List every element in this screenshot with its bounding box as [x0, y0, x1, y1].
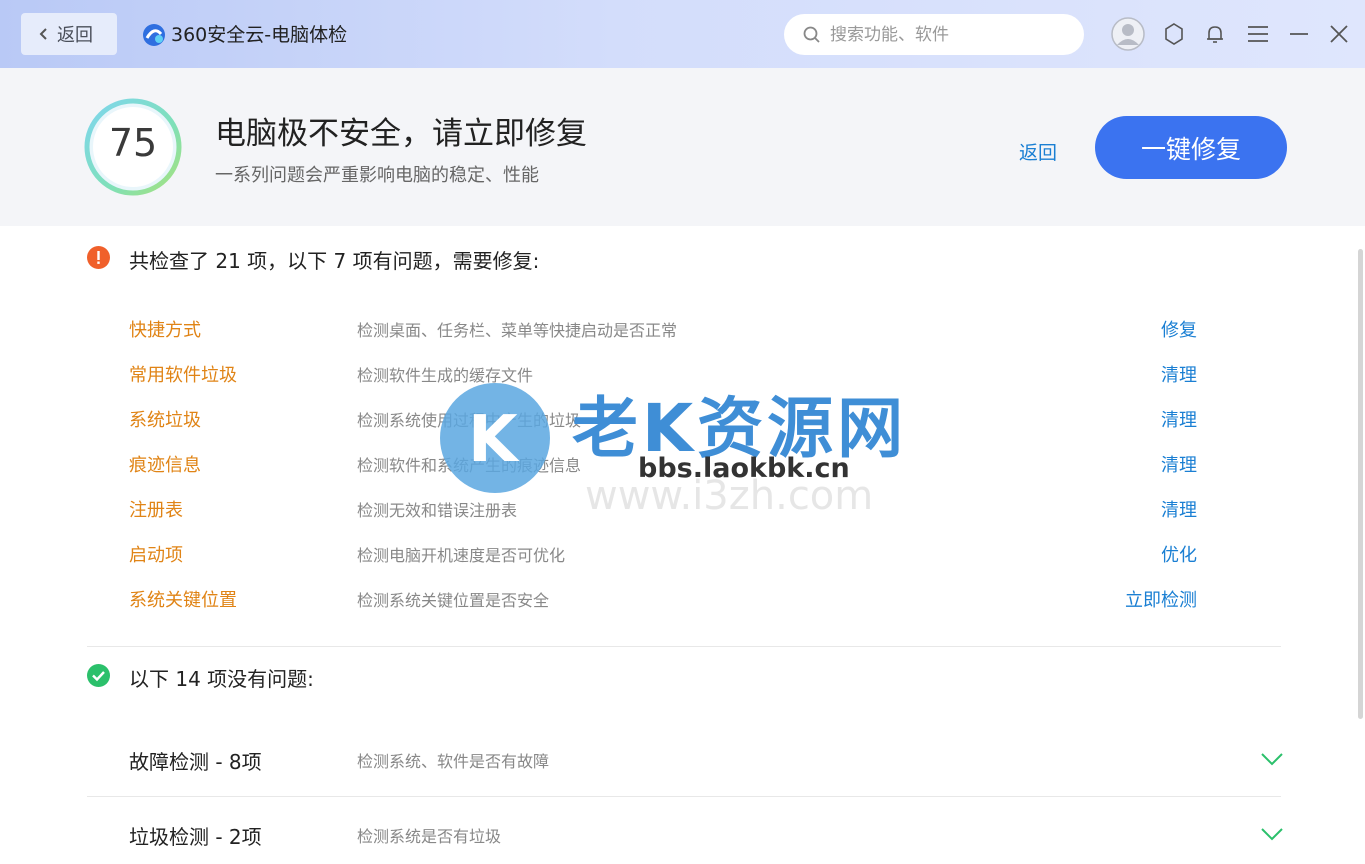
issue-action-link[interactable]: 立即检测	[1125, 586, 1197, 612]
360-cloud-logo-icon	[143, 24, 165, 46]
issue-action-link[interactable]: 清理	[1161, 361, 1197, 387]
issue-action-link[interactable]: 优化	[1161, 541, 1197, 567]
chevron-down-icon[interactable]	[1261, 752, 1283, 766]
notification-button[interactable]	[1198, 17, 1232, 51]
issue-desc: 检测桌面、任务栏、菜单等快捷启动是否正常	[357, 321, 678, 340]
back-button-label: 返回	[57, 25, 93, 46]
minimize-button[interactable]	[1282, 17, 1316, 51]
user-avatar[interactable]	[1111, 17, 1145, 51]
close-button[interactable]	[1322, 17, 1356, 51]
one-click-fix-button[interactable]: 一键修复	[1095, 116, 1287, 179]
issue-desc: 检测软件生成的缓存文件	[357, 366, 534, 385]
chevron-down-icon[interactable]	[1261, 827, 1283, 841]
issue-name: 快捷方式	[129, 320, 201, 341]
issue-name: 常用软件垃圾	[129, 365, 237, 386]
search-input[interactable]	[830, 24, 1070, 45]
menu-button[interactable]	[1241, 17, 1275, 51]
result-title: 电脑极不安全，请立即修复	[215, 116, 587, 152]
skin-button[interactable]	[1157, 17, 1191, 51]
search-icon	[803, 26, 820, 43]
close-icon	[1330, 25, 1348, 43]
search-box[interactable]	[784, 14, 1084, 55]
section-divider	[87, 646, 1281, 647]
avatar-icon	[1111, 17, 1145, 51]
ok-group-name: 故障检测 - 8项	[129, 750, 262, 774]
issue-action-link[interactable]: 清理	[1161, 451, 1197, 477]
watermark-brand: 老K资源网	[572, 390, 908, 467]
bell-icon	[1207, 26, 1223, 43]
watermark-ghost-url: www.i3zh.com	[585, 473, 874, 519]
minimize-icon	[1290, 33, 1308, 35]
row-divider	[87, 796, 1281, 797]
ok-title: 以下 14 项没有问题:	[129, 667, 314, 691]
app-title: 360安全云-电脑体检	[171, 24, 348, 46]
score-value: 75	[108, 121, 158, 165]
hamburger-menu-icon	[1248, 26, 1268, 42]
watermark-url: bbs.laokbk.cn	[638, 453, 850, 484]
header-back-link[interactable]: 返回	[1019, 138, 1057, 165]
issues-title: 共检查了 21 项，以下 7 项有问题，需要修复:	[129, 249, 540, 273]
ok-group-name: 垃圾检测 - 2项	[129, 825, 262, 849]
issue-name: 启动项	[129, 545, 183, 566]
issue-desc: 检测系统使用过程中产生的垃圾	[357, 411, 582, 430]
watermark-logo	[440, 383, 550, 493]
ok-group-desc: 检测系统、软件是否有故障	[357, 752, 550, 771]
issue-desc: 检测无效和错误注册表	[357, 501, 518, 520]
issue-name: 注册表	[129, 500, 183, 521]
warning-icon	[87, 246, 110, 269]
result-subtitle: 一系列问题会严重影响电脑的稳定、性能	[215, 165, 539, 186]
issue-action-link[interactable]: 清理	[1161, 496, 1197, 522]
issue-action-link[interactable]: 清理	[1161, 406, 1197, 432]
issue-desc: 检测系统关键位置是否安全	[357, 591, 550, 610]
issue-desc: 检测软件和系统产生的痕迹信息	[357, 456, 582, 475]
ok-group-desc: 检测系统是否有垃圾	[357, 827, 502, 846]
issue-name: 系统关键位置	[129, 590, 237, 611]
check-circle-icon	[87, 664, 110, 687]
issue-action-link[interactable]: 修复	[1161, 316, 1197, 342]
title-bar: 返回 360安全云-电脑体检	[0, 0, 1365, 68]
back-button[interactable]: 返回	[21, 13, 117, 55]
issue-name: 系统垃圾	[129, 410, 201, 431]
issue-desc: 检测电脑开机速度是否可优化	[357, 546, 566, 565]
chevron-left-icon	[39, 28, 47, 40]
issue-name: 痕迹信息	[129, 455, 201, 476]
scrollbar[interactable]	[1358, 249, 1363, 719]
hexagon-skin-icon	[1165, 23, 1183, 45]
